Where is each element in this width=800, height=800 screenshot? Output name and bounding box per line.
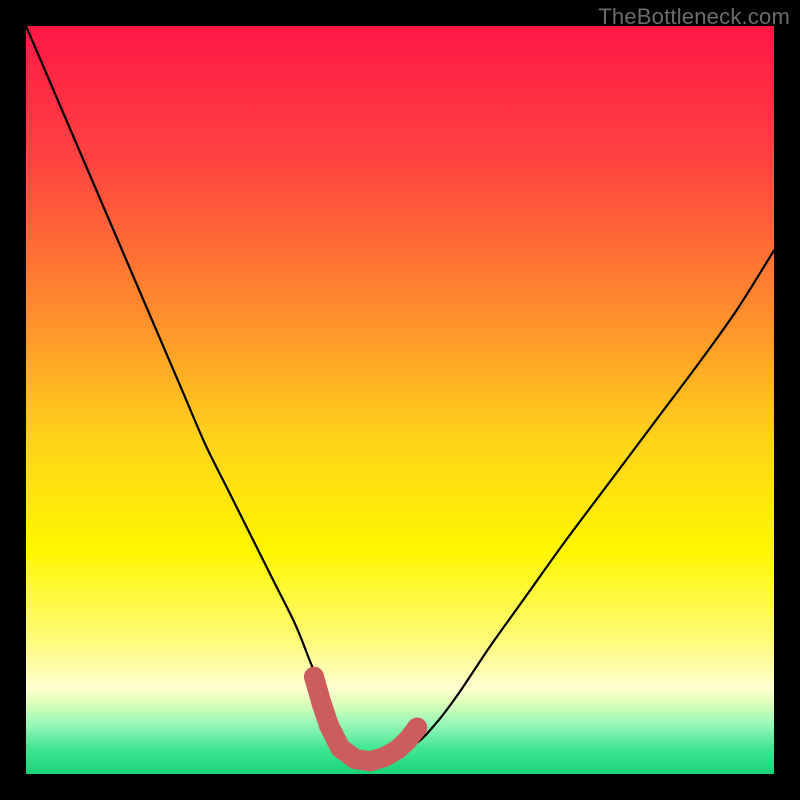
trough-dot <box>319 715 339 735</box>
chart-plot-area <box>26 26 774 774</box>
chart-frame: TheBottleneck.com <box>0 0 800 800</box>
chart-svg <box>26 26 774 774</box>
gradient-background <box>26 26 774 774</box>
trough-dot <box>304 667 324 687</box>
trough-dot <box>407 718 427 738</box>
trough-dot <box>311 693 331 713</box>
